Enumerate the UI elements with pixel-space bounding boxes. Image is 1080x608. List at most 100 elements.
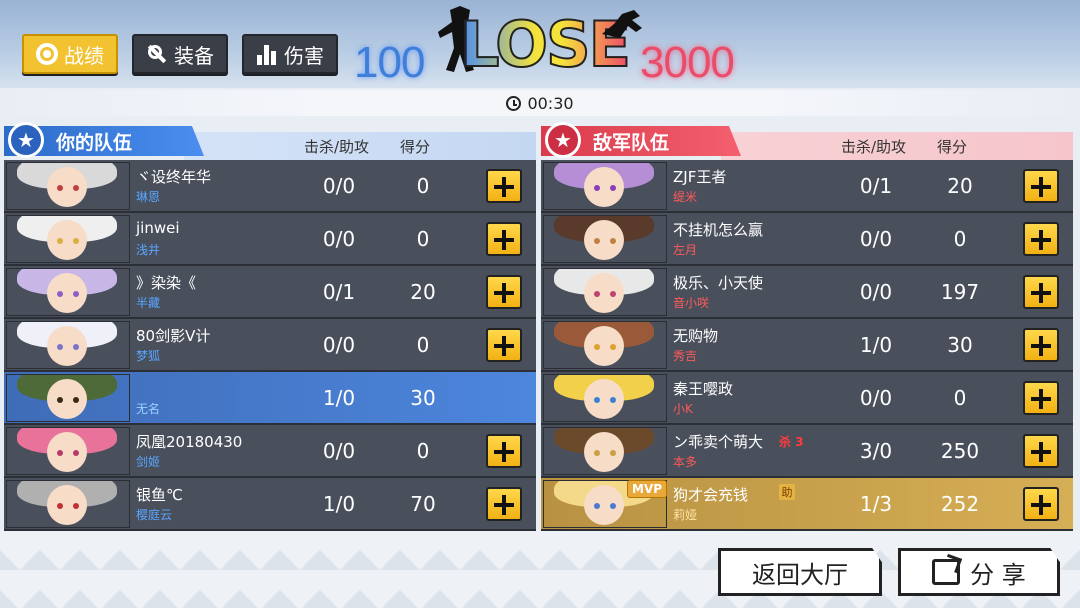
player-name: 秦王嘤政	[673, 380, 734, 398]
return-lobby-button[interactable]: 返回大厅	[718, 548, 882, 596]
hero-name: 莉娅	[673, 508, 698, 522]
add-friend-button[interactable]	[1023, 381, 1059, 415]
score-header: 得分	[400, 138, 431, 156]
hero-name: 左月	[673, 243, 698, 257]
match-timer: 00:30	[0, 90, 1080, 116]
hero-portrait	[6, 321, 130, 369]
player-row: ン乖卖个萌大 本多 杀 3 3/0 250	[541, 425, 1073, 478]
enemy-team-rows: ZJF王者 缇米 0/1 20 不挂机怎么赢 左月 0/0 0 极乐、小天使 音小咲 0/0 197 无…	[541, 160, 1073, 531]
score-value: 0	[953, 227, 967, 251]
player-row: ZJF王者 缇米 0/1 20	[541, 160, 1073, 213]
player-name: 狗才会充钱	[673, 486, 749, 504]
player-row: 不挂机怎么赢 左月 0/0 0	[541, 213, 1073, 266]
hero-name: 半藏	[136, 296, 161, 310]
add-friend-button[interactable]	[1023, 169, 1059, 203]
tab-damage[interactable]: 伤害	[242, 34, 338, 74]
add-friend-button[interactable]	[1023, 328, 1059, 362]
hero-portrait	[543, 321, 667, 369]
hero-portrait	[543, 268, 667, 316]
player-row: 》染染《 半藏 0/1 20	[4, 266, 536, 319]
add-friend-button[interactable]	[486, 487, 522, 521]
player-name: ン乖卖个萌大	[673, 433, 764, 451]
tab-equipment[interactable]: 装备	[132, 34, 228, 74]
hero-portrait	[543, 215, 667, 263]
hero-name: 秀吉	[673, 349, 698, 363]
hero-name: 缇米	[673, 190, 698, 204]
player-name: ヾ设终年华	[136, 168, 212, 186]
player-row: 银鱼℃ 樱庭云 1/0 70	[4, 478, 536, 531]
share-label: 分 享	[970, 560, 1026, 589]
kill-assist-value: 3/0	[859, 439, 893, 463]
your-team-rows: ヾ设终年华 琳恩 0/0 0 jinwei 浅井 0/0 0 》染染《 半藏 0/1 20 80剑影V计…	[4, 160, 536, 531]
kill-assist-header: 击杀/助攻	[304, 138, 370, 156]
player-row: 无名 1/0 30	[4, 372, 536, 425]
score-value: 20	[947, 174, 973, 198]
hero-portrait	[543, 374, 667, 422]
kill-assist-value: 0/1	[322, 280, 356, 304]
kill-assist-value: 0/0	[859, 280, 893, 304]
score-value: 0	[416, 439, 430, 463]
hero-portrait	[543, 427, 667, 475]
tab-equipment-label: 装备	[174, 43, 214, 68]
hero-name: 小K	[673, 402, 693, 416]
hero-portrait	[6, 162, 130, 210]
hero-name: 音小咲	[673, 296, 710, 310]
add-friend-button[interactable]	[486, 328, 522, 362]
hero-name: 浅井	[136, 243, 161, 257]
star-icon: ★	[545, 122, 581, 158]
enemy-team-header: 敌军队伍 ★ 击杀/助攻 得分	[541, 122, 1073, 160]
your-team-header: 你的队伍 ★ 击杀/助攻 得分	[4, 122, 536, 160]
player-row: 无购物 秀吉 1/0 30	[541, 319, 1073, 372]
return-lobby-label: 返回大厅	[752, 560, 848, 589]
share-button[interactable]: 分 享	[898, 548, 1060, 596]
kill-assist-value: 0/0	[322, 333, 356, 357]
kill-assist-value: 0/0	[322, 439, 356, 463]
score-value: 252	[940, 492, 980, 516]
player-row: 极乐、小天使音小咲 0/0 197	[541, 266, 1073, 319]
kill-assist-value: 0/1	[859, 174, 893, 198]
kill-assist-value: 0/0	[859, 227, 893, 251]
hero-portrait	[6, 427, 130, 475]
kill-assist-value: 1/0	[322, 492, 356, 516]
score-value: 30	[410, 386, 436, 410]
score-value: 250	[940, 439, 980, 463]
hero-name: 樱庭云	[136, 508, 173, 522]
score-header: 得分	[937, 138, 968, 156]
add-friend-button[interactable]	[486, 275, 522, 309]
timer-text: 00:30	[527, 93, 574, 113]
record-icon	[36, 43, 58, 65]
score-value: 0	[416, 227, 430, 251]
add-friend-button[interactable]	[1023, 275, 1059, 309]
add-friend-button[interactable]	[1023, 487, 1059, 521]
player-name: 极乐、小天使	[673, 274, 764, 292]
kill-assist-value: 0/0	[322, 174, 356, 198]
add-friend-button[interactable]	[486, 434, 522, 468]
tab-record[interactable]: 战绩	[22, 34, 118, 74]
tab-bar: 战绩 装备 伤害	[22, 34, 338, 74]
kill-assist-header: 击杀/助攻	[841, 138, 907, 156]
score-value: 197	[940, 280, 980, 304]
hero-portrait	[6, 480, 130, 528]
player-name: 无购物	[673, 327, 719, 345]
score-value: 30	[947, 333, 973, 357]
add-friend-button[interactable]	[1023, 222, 1059, 256]
score-value: 0	[953, 386, 967, 410]
hero-portrait	[543, 162, 667, 210]
red-team-score: 3000	[640, 38, 735, 87]
result-banner: LOSE	[420, 0, 660, 90]
clock-icon	[506, 95, 522, 111]
top-bar: 战绩 装备 伤害 100 LOSE 3000	[0, 0, 1080, 88]
add-friend-button[interactable]	[486, 222, 522, 256]
equipment-icon	[146, 43, 168, 65]
kill-assist-value: 0/0	[859, 386, 893, 410]
blue-team-score: 100	[354, 38, 425, 87]
score-value: 70	[410, 492, 436, 516]
player-row: 凤凰20180430 剑姬 0/0 0	[4, 425, 536, 478]
score-value: 0	[416, 174, 430, 198]
add-friend-button[interactable]	[1023, 434, 1059, 468]
share-icon	[932, 559, 961, 585]
add-friend-button[interactable]	[486, 169, 522, 203]
player-name: 》染染《	[136, 274, 197, 292]
player-name: 银鱼℃	[136, 486, 183, 504]
your-team-panel: 你的队伍 ★ 击杀/助攻 得分 ヾ设终年华 琳恩 0/0 0 jinwei 浅井 0/0 0 》…	[4, 122, 536, 536]
